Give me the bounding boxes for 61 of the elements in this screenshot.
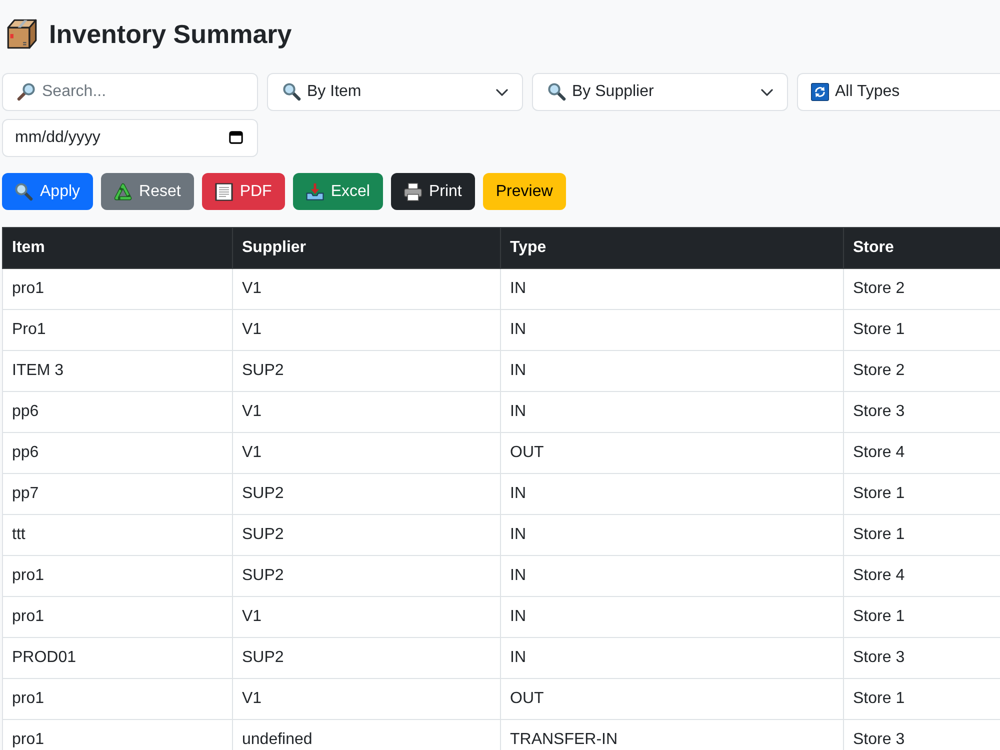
table-cell: ttt [2,514,232,556]
search-icon [283,83,301,101]
table-cell: IN [500,556,844,596]
search-icon [548,83,566,101]
column-header: Type [500,228,844,268]
column-header: Store [844,228,1000,268]
table-cell: V1 [232,432,500,474]
search-field[interactable]: Search... [2,73,258,111]
pdf-button[interactable]: PDF [202,173,285,210]
document-icon [214,182,233,200]
column-header: Supplier [232,228,500,268]
table-cell: IN [500,392,844,432]
excel-button[interactable]: Excel [292,173,383,210]
table-cell: V1 [232,596,500,638]
search-icon [15,182,33,200]
table-cell: pro1 [2,556,232,596]
table-cell: pro1 [2,268,232,310]
table-cell: IN [500,350,844,392]
table-cell: pro1 [2,596,232,638]
table-cell: pro1 [2,720,232,750]
table-cell: SUP2 [232,514,500,556]
printer-icon [404,182,422,200]
table-cell: IN [500,596,844,638]
table-cell: pp6 [2,392,232,432]
table-cell: OUT [500,678,844,720]
print-button[interactable]: Print [390,173,475,210]
table-cell: V1 [232,268,500,310]
recycle-icon [114,182,132,200]
table-cell: pp6 [2,432,232,474]
table-cell: pp7 [2,474,232,514]
table-cell: IN [500,310,844,350]
calendar-icon [229,131,243,144]
date-field[interactable]: mm/dd/yyyy [2,119,258,157]
table-cell: SUP2 [232,638,500,678]
search-icon [17,83,35,101]
apply-button[interactable]: Apply [2,173,94,210]
table-cell: V1 [232,392,500,432]
table-cell: Pro1 [2,310,232,350]
table-cell: SUP2 [232,350,500,392]
table-cell: V1 [232,310,500,350]
table-cell: IN [500,638,844,678]
preview-button[interactable]: Preview [482,173,566,210]
table-cell: PROD01 [2,638,232,678]
table-cell: IN [500,474,844,514]
table-cell: SUP2 [232,474,500,514]
reset-button[interactable]: Reset [101,173,194,210]
table-cell: IN [500,514,844,556]
refresh-icon [811,83,829,101]
table-cell: ITEM 3 [2,350,232,392]
type-dropdown[interactable]: All Types [797,73,1000,111]
table-cell: SUP2 [232,556,500,596]
supplier-dropdown[interactable]: By Supplier [532,73,788,111]
table-cell: V1 [232,678,500,720]
box-icon [6,18,38,50]
column-header: Item [2,228,232,268]
page-title: Inventory Summary [49,18,292,50]
table-cell: pro1 [2,678,232,720]
table-cell: OUT [500,432,844,474]
tray-icon [306,182,324,200]
table-cell: IN [500,268,844,310]
item-dropdown[interactable]: By Item [267,73,523,111]
